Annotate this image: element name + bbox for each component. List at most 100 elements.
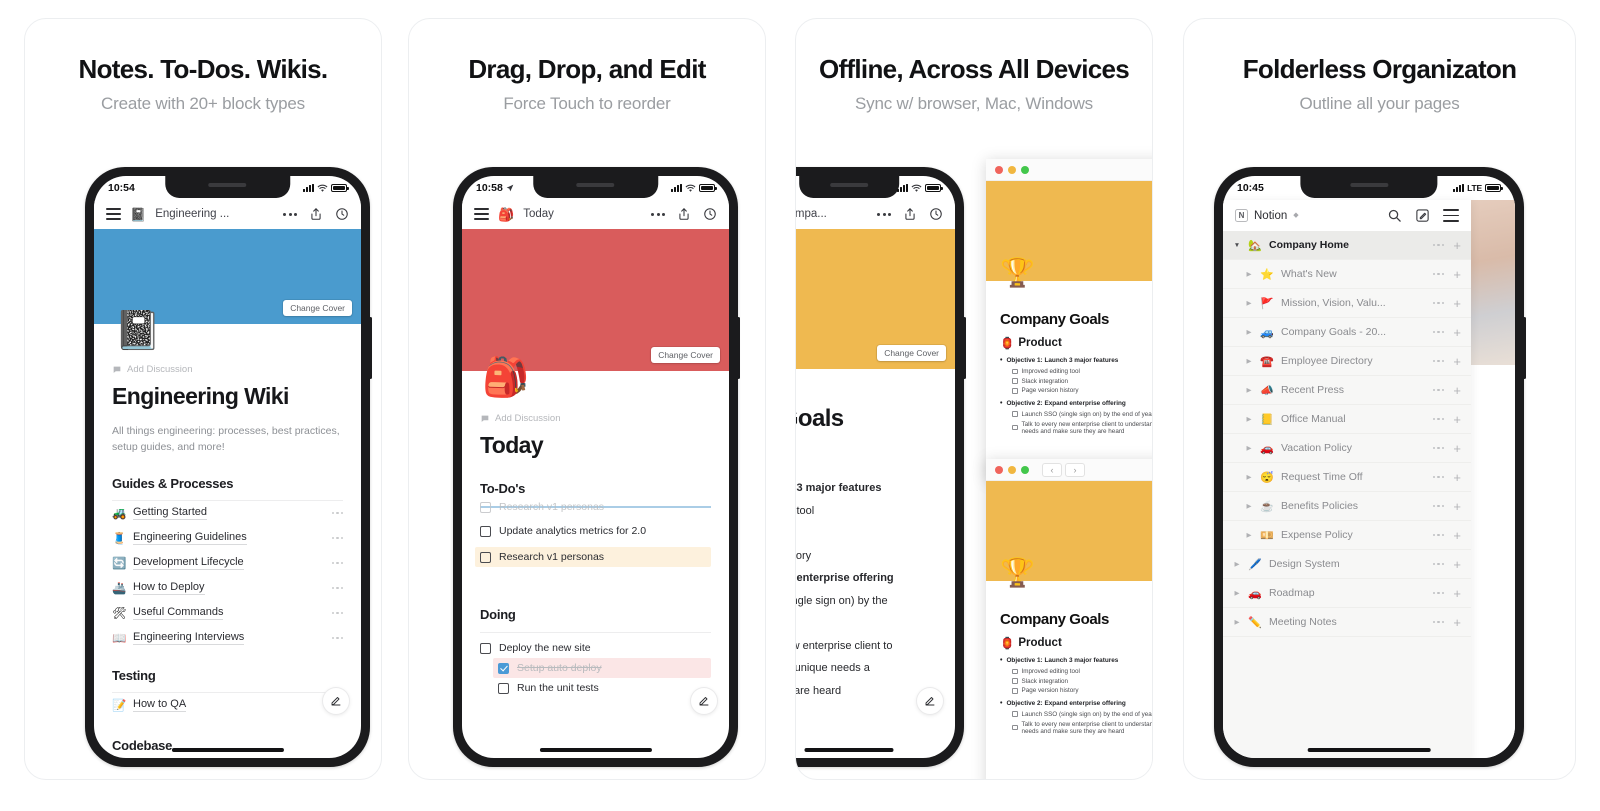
more-icon[interactable] — [331, 586, 343, 590]
workspace-badge[interactable]: N — [1235, 209, 1248, 222]
notion-page-title[interactable]: Company Goals — [1000, 611, 1152, 628]
add-page-icon[interactable]: + — [1453, 558, 1461, 571]
close-icon[interactable] — [995, 465, 1003, 474]
clock-icon[interactable] — [703, 207, 717, 221]
todo-item[interactable]: Research v1 personas — [475, 547, 711, 567]
compose-button[interactable] — [917, 688, 943, 714]
add-page-icon[interactable]: + — [1453, 297, 1461, 310]
chevron-right-icon[interactable]: ▶ — [1245, 386, 1253, 394]
checkbox[interactable] — [1012, 678, 1018, 684]
chevron-right-icon[interactable]: ▶ — [1245, 444, 1253, 452]
todo-item[interactable]: Improved editing tool — [1000, 667, 1152, 677]
minimize-icon[interactable] — [1008, 465, 1016, 474]
mac-window-front[interactable]: ‹ › 🏆 Company Goals 🏮 Product • Objective… — [986, 459, 1152, 779]
hamburger-icon[interactable] — [474, 208, 489, 220]
checkbox[interactable] — [480, 501, 491, 513]
notion-page-title[interactable]: Company Goals — [1000, 311, 1152, 328]
page-cover[interactable]: Change Cover 🎒 — [462, 229, 729, 397]
more-icon[interactable] — [1432, 620, 1445, 624]
add-discussion-button[interactable]: Add Discussion — [112, 364, 343, 375]
add-page-icon[interactable]: + — [1453, 355, 1461, 368]
checkbox[interactable] — [1012, 378, 1018, 384]
chevron-right-icon[interactable]: ▶ — [1233, 589, 1241, 597]
clock-icon[interactable] — [335, 207, 349, 221]
chevron-right-icon[interactable]: ▶ — [1245, 502, 1253, 510]
add-page-icon[interactable]: + — [1453, 587, 1461, 600]
sidebar-item-design-system[interactable]: ▶ 🖊️ Design System + — [1223, 550, 1471, 579]
todo-item[interactable]: Talk to every new enterprise client to u… — [1000, 419, 1152, 436]
chevron-right-icon[interactable]: ▶ — [1245, 531, 1253, 539]
checkbox[interactable] — [498, 662, 509, 674]
sidebar-item-employee-directory[interactable]: ▶ ☎️ Employee Directory + — [1223, 347, 1471, 376]
checkbox[interactable] — [1012, 711, 1018, 717]
checkbox[interactable] — [1012, 688, 1018, 694]
todo-item[interactable]: Update analytics metrics for 2.0 — [480, 521, 711, 541]
hamburger-icon[interactable] — [106, 208, 121, 220]
workspace-name[interactable]: Notion — [1254, 210, 1287, 222]
more-icon[interactable] — [331, 561, 343, 565]
notion-page-title[interactable]: y Goals — [796, 405, 937, 433]
more-icon[interactable] — [1432, 388, 1445, 392]
mac-title-bar[interactable]: ‹ › — [986, 459, 1152, 481]
sidebar-item-roadmap[interactable]: ▶ 🚗 Roadmap + — [1223, 579, 1471, 608]
more-icon[interactable] — [1432, 330, 1445, 334]
checkbox[interactable] — [1012, 368, 1018, 375]
list-item[interactable]: 🚜 Getting Started — [112, 501, 343, 526]
more-icon[interactable] — [1432, 243, 1445, 247]
sidebar-item-expense-policy[interactable]: ▶ 💴 Expense Policy + — [1223, 521, 1471, 550]
list-item[interactable]: 🛠 Useful Commands — [112, 601, 343, 626]
sidebar-item-recent-press[interactable]: ▶ 📣 Recent Press + — [1223, 376, 1471, 405]
page-cover[interactable]: Change Cover 📓 — [94, 229, 361, 350]
add-page-icon[interactable]: + — [1453, 471, 1461, 484]
more-icon[interactable] — [1432, 591, 1445, 595]
compose-button[interactable] — [323, 688, 349, 714]
chevron-down-icon[interactable]: ▼ — [1233, 242, 1241, 249]
todo-item[interactable]: Talk to every new enterprise client to u… — [1000, 719, 1152, 736]
todo-item[interactable]: Run the unit tests — [498, 678, 711, 698]
add-page-icon[interactable]: + — [1453, 326, 1461, 339]
share-icon[interactable] — [677, 207, 691, 221]
chevron-right-icon[interactable]: ▶ — [1233, 560, 1241, 568]
change-cover-button[interactable]: Change Cover — [651, 347, 720, 363]
more-icon[interactable] — [1432, 475, 1445, 479]
back-icon[interactable]: ‹ — [1042, 462, 1062, 477]
page-icon-emoji[interactable]: 🏆 — [1000, 259, 1035, 287]
close-icon[interactable] — [995, 165, 1003, 174]
list-item[interactable]: 🔄 Development Lifecycle — [112, 551, 343, 576]
add-page-icon[interactable]: + — [1453, 529, 1461, 542]
checkbox[interactable] — [1012, 388, 1018, 394]
more-icon[interactable] — [1432, 533, 1445, 537]
more-icon[interactable] — [1432, 562, 1445, 566]
todo-item[interactable]: Launch SSO (single sign on) by the end o… — [1000, 709, 1152, 719]
more-icon[interactable] — [1432, 504, 1445, 508]
share-icon[interactable] — [309, 207, 323, 221]
more-icon[interactable] — [1432, 359, 1445, 363]
chevron-right-icon[interactable]: ▶ — [1245, 328, 1253, 336]
checkbox[interactable] — [480, 525, 491, 537]
maximize-icon[interactable] — [1021, 165, 1029, 174]
minimize-icon[interactable] — [1008, 165, 1016, 174]
forward-icon[interactable]: › — [1065, 462, 1085, 477]
todo-item[interactable]: Launch SSO (single sign on) by the end o… — [1000, 409, 1152, 419]
more-icon[interactable] — [1432, 272, 1445, 276]
sidebar-item-mission-vision[interactable]: ▶ 🚩 Mission, Vision, Valu... + — [1223, 289, 1471, 318]
more-icon[interactable] — [877, 212, 891, 216]
nav-page-title[interactable]: Today — [523, 208, 554, 220]
list-item[interactable]: 📖 Engineering Interviews — [112, 626, 343, 651]
share-icon[interactable] — [903, 207, 917, 221]
nav-page-title[interactable]: Engineering ... — [155, 208, 229, 220]
list-item[interactable]: 🚢 How to Deploy — [112, 576, 343, 601]
page-icon-emoji[interactable]: 🏆 — [1000, 559, 1035, 587]
todo-item[interactable]: Improved editing tool — [1000, 367, 1152, 377]
more-icon[interactable] — [1432, 446, 1445, 450]
list-item[interactable]: 📝 How to QA — [112, 693, 343, 718]
sidebar-item-meeting-notes[interactable]: ▶ ✏️ Meeting Notes + — [1223, 608, 1471, 637]
todo-item[interactable]: Page version history — [1000, 386, 1152, 396]
sidebar-item-request-time-off[interactable]: ▶ 😴 Request Time Off + — [1223, 463, 1471, 492]
checkbox[interactable] — [1012, 424, 1018, 431]
chevron-right-icon[interactable]: ▶ — [1245, 473, 1253, 481]
add-page-icon[interactable]: + — [1453, 239, 1461, 252]
change-cover-button[interactable]: Change Cover — [283, 300, 352, 316]
more-icon[interactable] — [283, 212, 297, 216]
chevron-right-icon[interactable]: ▶ — [1245, 299, 1253, 307]
